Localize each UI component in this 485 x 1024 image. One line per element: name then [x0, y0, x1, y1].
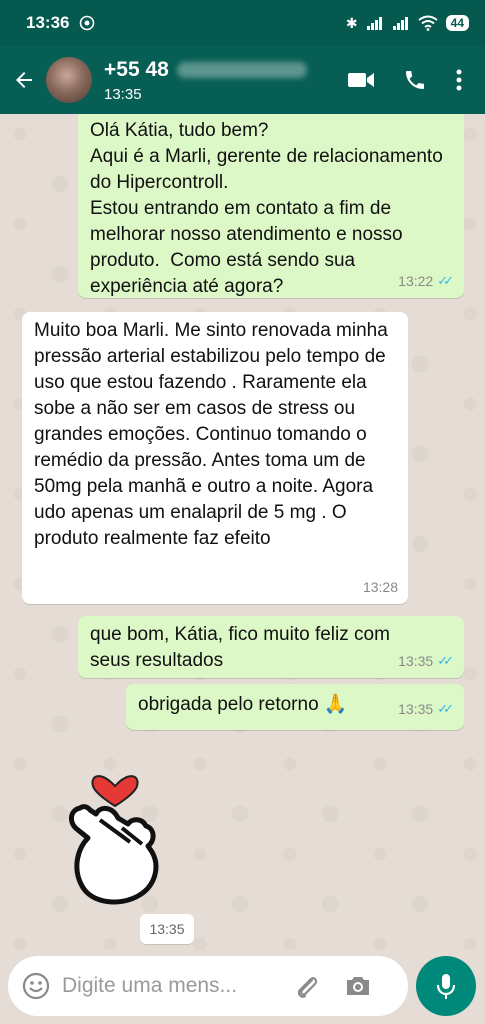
message-text: Muito boa Marli. Me sinto renovada minha… [34, 320, 388, 549]
message-time: 13:28 [362, 579, 398, 595]
message-meta: 13:35 ✓✓ [398, 648, 454, 674]
wifi-icon [418, 15, 438, 31]
back-button[interactable] [4, 46, 44, 114]
read-ticks-icon: ✓✓ [437, 701, 454, 716]
message-bubble-outgoing[interactable]: Olá Kátia, tudo bem? Aqui é a Marli, ger… [78, 114, 464, 298]
message-meta: 13:35 ✓✓ [398, 696, 454, 722]
more-vert-icon[interactable] [455, 68, 463, 92]
read-ticks-icon: ✓✓ [437, 273, 454, 288]
phone-call-icon[interactable] [403, 68, 427, 92]
status-bar: 13:36 ✱ 44 [0, 0, 485, 46]
contact-name: +55 48 [104, 57, 169, 81]
message-text: que bom, Kátia, fico muito feliz com seu… [90, 624, 390, 671]
message-time: 13:35 [398, 701, 434, 717]
message-meta: 13:28 [363, 574, 398, 600]
sticker-time: 13:35 [140, 914, 194, 944]
signal-icon [366, 17, 382, 30]
camera-icon[interactable] [344, 974, 372, 998]
arrow-left-icon [16, 72, 32, 88]
chat-header: +55 48 13:35 [0, 46, 485, 114]
last-seen: 13:35 [104, 85, 142, 103]
status-time: 13:36 [26, 13, 70, 32]
message-time: 13:35 [398, 653, 434, 669]
voice-message-button[interactable] [416, 956, 476, 1016]
read-ticks-icon: ✓✓ [437, 653, 454, 668]
message-composer [0, 950, 485, 1024]
message-input[interactable] [62, 974, 282, 998]
emoji-icon[interactable] [22, 972, 50, 1000]
video-call-icon[interactable] [347, 70, 375, 90]
chat-area[interactable]: Olá Kátia, tudo bem? Aqui é a Marli, ger… [0, 114, 485, 950]
paperclip-icon[interactable] [294, 972, 320, 1000]
message-bubble-incoming[interactable]: Muito boa Marli. Me sinto renovada minha… [22, 312, 408, 604]
redacted-number [176, 61, 307, 78]
message-time: 13:22 [398, 273, 434, 289]
status-indicators: ✱ 44 [346, 15, 469, 32]
signal-icon-2 [392, 17, 408, 30]
bluetooth-icon: ✱ [345, 14, 358, 31]
message-bubble-outgoing[interactable]: que bom, Kátia, fico muito feliz com seu… [78, 616, 464, 678]
message-bubble-outgoing[interactable]: obrigada pelo retorno 🙏 13:35 ✓✓ [126, 684, 464, 730]
battery-indicator: 44 [445, 15, 469, 31]
microphone-icon [436, 974, 456, 999]
avatar[interactable] [46, 57, 92, 103]
heart-hand-sticker-icon[interactable] [60, 748, 170, 908]
whatsapp-notification-icon [80, 15, 95, 31]
message-input-container[interactable] [8, 956, 408, 1016]
contact-info[interactable]: +55 48 13:35 [104, 58, 307, 103]
message-meta: 13:22 ✓✓ [398, 268, 454, 294]
